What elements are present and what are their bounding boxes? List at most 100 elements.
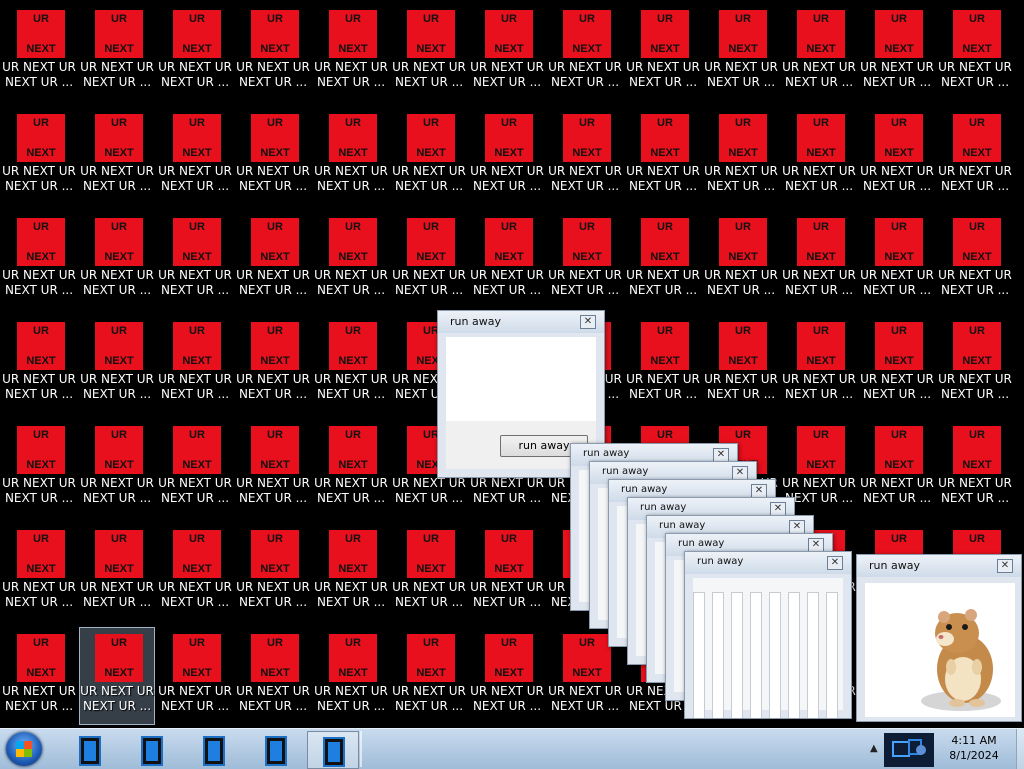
desktop-icon[interactable]: UR NEXT UR NEXT UR NEXT UR ...: [158, 4, 232, 100]
desktop-icon[interactable]: UR NEXT UR NEXT UR NEXT UR ...: [79, 627, 155, 725]
desktop-icon[interactable]: UR NEXT UR NEXT UR NEXT UR ...: [782, 4, 856, 100]
desktop-icon[interactable]: UR NEXT UR NEXT UR NEXT UR ...: [314, 316, 388, 412]
clock[interactable]: 4:11 AM 8/1/2024: [936, 733, 1012, 763]
taskbar-button-active[interactable]: [307, 731, 359, 769]
desktop-icon-label: UR NEXT UR NEXT UR ...: [314, 268, 388, 297]
desktop-icon[interactable]: UR NEXT UR NEXT UR NEXT UR ...: [314, 628, 388, 724]
tray-app-icon[interactable]: [884, 733, 934, 767]
hamster-window[interactable]: run away ✕: [856, 554, 1022, 722]
desktop-icon[interactable]: UR NEXT UR NEXT UR NEXT UR ...: [314, 108, 388, 204]
desktop-icon[interactable]: UR NEXT UR NEXT UR NEXT UR ...: [80, 108, 154, 204]
show-desktop-button[interactable]: [1016, 729, 1024, 769]
desktop-icon[interactable]: UR NEXT UR NEXT UR NEXT UR ...: [938, 212, 1012, 308]
desktop-icon[interactable]: UR NEXT UR NEXT UR NEXT UR ...: [548, 4, 622, 100]
desktop-icon[interactable]: UR NEXT UR NEXT UR NEXT UR ...: [236, 108, 310, 204]
desktop-icon[interactable]: UR NEXT UR NEXT UR NEXT UR ...: [236, 212, 310, 308]
desktop-icon[interactable]: UR NEXT UR NEXT UR NEXT UR ...: [158, 212, 232, 308]
icon-text-top: UR: [189, 13, 205, 25]
close-icon[interactable]: ✕: [732, 466, 748, 480]
close-icon[interactable]: ✕: [770, 502, 786, 516]
desktop-icon[interactable]: UR NEXT UR NEXT UR NEXT UR ...: [392, 108, 466, 204]
desktop-icon[interactable]: UR NEXT UR NEXT UR NEXT UR ...: [548, 108, 622, 204]
desktop-icon[interactable]: UR NEXT UR NEXT UR NEXT UR ...: [314, 4, 388, 100]
desktop-icon[interactable]: UR NEXT UR NEXT UR NEXT UR ...: [470, 628, 544, 724]
desktop-icon[interactable]: UR NEXT UR NEXT UR NEXT UR ...: [392, 524, 466, 620]
desktop-icon[interactable]: UR NEXT UR NEXT UR NEXT UR ...: [158, 420, 232, 516]
taskbar-button[interactable]: [188, 731, 238, 767]
ur-next-icon: UR NEXT: [719, 10, 767, 58]
desktop-icon[interactable]: UR NEXT UR NEXT UR NEXT UR ...: [470, 4, 544, 100]
desktop-icon[interactable]: UR NEXT UR NEXT UR NEXT UR ...: [860, 4, 934, 100]
taskbar-button[interactable]: [250, 731, 300, 767]
desktop-icon[interactable]: UR NEXT UR NEXT UR NEXT UR ...: [2, 524, 76, 620]
desktop-icon[interactable]: UR NEXT UR NEXT UR NEXT UR ...: [704, 316, 778, 412]
start-button[interactable]: [6, 732, 42, 766]
desktop-icon[interactable]: UR NEXT UR NEXT UR NEXT UR ...: [860, 108, 934, 204]
desktop-icon[interactable]: UR NEXT UR NEXT UR NEXT UR ...: [704, 4, 778, 100]
desktop-icon[interactable]: UR NEXT UR NEXT UR NEXT UR ...: [80, 4, 154, 100]
desktop-icon[interactable]: UR NEXT UR NEXT UR NEXT UR ...: [2, 212, 76, 308]
desktop-icon[interactable]: UR NEXT UR NEXT UR NEXT UR ...: [236, 420, 310, 516]
icon-text-bottom: NEXT: [572, 251, 602, 263]
desktop-icon[interactable]: UR NEXT UR NEXT UR NEXT UR ...: [626, 212, 700, 308]
desktop-icon[interactable]: UR NEXT UR NEXT UR NEXT UR ...: [548, 212, 622, 308]
desktop-icon-label: UR NEXT UR NEXT UR ...: [2, 476, 76, 505]
desktop-icon[interactable]: UR NEXT UR NEXT UR NEXT UR ...: [158, 524, 232, 620]
close-icon[interactable]: ✕: [580, 315, 596, 329]
desktop-icon[interactable]: UR NEXT UR NEXT UR NEXT UR ...: [392, 628, 466, 724]
desktop-icon[interactable]: UR NEXT UR NEXT UR NEXT UR ...: [860, 420, 934, 516]
desktop-icon[interactable]: UR NEXT UR NEXT UR NEXT UR ...: [314, 212, 388, 308]
desktop-icon[interactable]: UR NEXT UR NEXT UR NEXT UR ...: [392, 4, 466, 100]
desktop-icon[interactable]: UR NEXT UR NEXT UR NEXT UR ...: [938, 316, 1012, 412]
desktop-icon[interactable]: UR NEXT UR NEXT UR NEXT UR ...: [782, 212, 856, 308]
desktop-icon[interactable]: UR NEXT UR NEXT UR NEXT UR ...: [470, 108, 544, 204]
desktop-icon[interactable]: UR NEXT UR NEXT UR NEXT UR ...: [236, 628, 310, 724]
desktop-icon[interactable]: UR NEXT UR NEXT UR NEXT UR ...: [860, 212, 934, 308]
desktop-icon[interactable]: UR NEXT UR NEXT UR NEXT UR ...: [2, 4, 76, 100]
desktop-icon[interactable]: UR NEXT UR NEXT UR NEXT UR ...: [158, 628, 232, 724]
ur-next-icon: UR NEXT: [251, 322, 299, 370]
desktop-icon[interactable]: UR NEXT UR NEXT UR NEXT UR ...: [860, 316, 934, 412]
desktop-icon[interactable]: UR NEXT UR NEXT UR NEXT UR ...: [626, 108, 700, 204]
show-hidden-icons-arrow[interactable]: ▲: [870, 743, 878, 754]
desktop-icon[interactable]: UR NEXT UR NEXT UR NEXT UR ...: [2, 628, 76, 724]
desktop-icon[interactable]: UR NEXT UR NEXT UR NEXT UR ...: [938, 420, 1012, 516]
icon-text-top: UR: [423, 13, 439, 25]
desktop-icon[interactable]: UR NEXT UR NEXT UR NEXT UR ...: [704, 108, 778, 204]
desktop-icon[interactable]: UR NEXT UR NEXT UR NEXT UR ...: [704, 212, 778, 308]
desktop-icon[interactable]: UR NEXT UR NEXT UR NEXT UR ...: [80, 212, 154, 308]
desktop-icon[interactable]: UR NEXT UR NEXT UR NEXT UR ...: [236, 316, 310, 412]
desktop-icon[interactable]: UR NEXT UR NEXT UR NEXT UR ...: [80, 524, 154, 620]
close-icon[interactable]: ✕: [808, 538, 824, 552]
desktop-icon[interactable]: UR NEXT UR NEXT UR NEXT UR ...: [938, 4, 1012, 100]
taskbar-button[interactable]: [64, 731, 114, 767]
desktop-icon[interactable]: UR NEXT UR NEXT UR NEXT UR ...: [2, 108, 76, 204]
desktop-icon[interactable]: UR NEXT UR NEXT UR NEXT UR ...: [782, 316, 856, 412]
desktop-icon[interactable]: UR NEXT UR NEXT UR NEXT UR ...: [626, 4, 700, 100]
desktop-icon[interactable]: UR NEXT UR NEXT UR NEXT UR ...: [236, 4, 310, 100]
desktop-icon[interactable]: UR NEXT UR NEXT UR NEXT UR ...: [236, 524, 310, 620]
close-icon[interactable]: ✕: [713, 448, 729, 462]
desktop-icon[interactable]: UR NEXT UR NEXT UR NEXT UR ...: [938, 108, 1012, 204]
desktop-icon[interactable]: UR NEXT UR NEXT UR NEXT UR ...: [314, 524, 388, 620]
desktop-icon[interactable]: UR NEXT UR NEXT UR NEXT UR ...: [626, 316, 700, 412]
desktop-icon[interactable]: UR NEXT UR NEXT UR NEXT UR ...: [2, 316, 76, 412]
desktop-icon[interactable]: UR NEXT UR NEXT UR NEXT UR ...: [158, 108, 232, 204]
desktop-icon[interactable]: UR NEXT UR NEXT UR NEXT UR ...: [158, 316, 232, 412]
ur-next-icon: UR NEXT: [875, 218, 923, 266]
desktop-icon[interactable]: UR NEXT UR NEXT UR NEXT UR ...: [782, 108, 856, 204]
close-icon[interactable]: ✕: [751, 484, 767, 498]
desktop-icon[interactable]: UR NEXT UR NEXT UR NEXT UR ...: [470, 212, 544, 308]
icon-text-top: UR: [33, 221, 49, 233]
desktop-icon[interactable]: UR NEXT UR NEXT UR NEXT UR ...: [80, 420, 154, 516]
desktop-icon[interactable]: UR NEXT UR NEXT UR NEXT UR ...: [392, 212, 466, 308]
stacked-dialog-window[interactable]: run away ✕: [684, 551, 852, 719]
close-icon[interactable]: ✕: [997, 559, 1013, 573]
desktop-icon[interactable]: UR NEXT UR NEXT UR NEXT UR ...: [2, 420, 76, 516]
desktop-icon[interactable]: UR NEXT UR NEXT UR NEXT UR ...: [470, 524, 544, 620]
desktop-icon[interactable]: UR NEXT UR NEXT UR NEXT UR ...: [314, 420, 388, 516]
taskbar-button[interactable]: [126, 731, 176, 767]
icon-text-top: UR: [891, 117, 907, 129]
close-icon[interactable]: ✕: [789, 520, 805, 534]
desktop-icon[interactable]: UR NEXT UR NEXT UR NEXT UR ...: [80, 316, 154, 412]
